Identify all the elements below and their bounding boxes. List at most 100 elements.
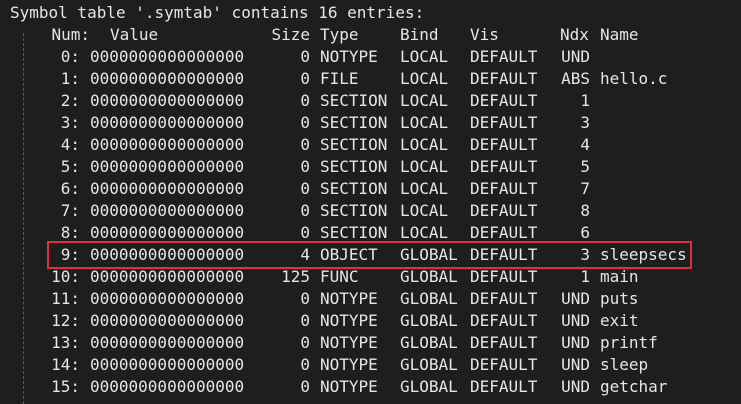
cell-ndx: UND bbox=[561, 355, 590, 374]
cell-value: 0000000000000000 bbox=[90, 355, 245, 374]
cell-ndx: 1 bbox=[580, 267, 590, 286]
cell-bind: GLOBAL bbox=[400, 289, 458, 308]
cell-size: 0 bbox=[300, 157, 310, 176]
cell-vis: DEFAULT bbox=[470, 179, 538, 198]
cell-ndx: 5 bbox=[580, 157, 590, 176]
cell-value: 0000000000000000 bbox=[90, 91, 245, 110]
cell-num: 14: bbox=[51, 355, 80, 374]
cell-vis: DEFAULT bbox=[470, 355, 538, 374]
cell-type: NOTYPE bbox=[320, 377, 378, 396]
col-vis: Vis bbox=[470, 25, 499, 44]
cell-type: NOTYPE bbox=[320, 333, 378, 352]
cell-vis: DEFAULT bbox=[470, 377, 538, 396]
highlight-box bbox=[47, 241, 692, 269]
cell-value: 0000000000000000 bbox=[90, 333, 245, 352]
cell-type: NOTYPE bbox=[320, 47, 378, 66]
cell-vis: DEFAULT bbox=[470, 289, 538, 308]
cell-value: 0000000000000000 bbox=[90, 267, 245, 286]
cell-bind: LOCAL bbox=[400, 69, 449, 88]
cell-bind: LOCAL bbox=[400, 157, 449, 176]
cell-ndx: UND bbox=[561, 289, 590, 308]
cell-vis: DEFAULT bbox=[470, 47, 538, 66]
cell-type: SECTION bbox=[320, 91, 388, 110]
cell-ndx: 4 bbox=[580, 135, 590, 154]
cell-num: 3: bbox=[60, 113, 80, 132]
cell-size: 0 bbox=[300, 333, 310, 352]
col-type: Type bbox=[320, 25, 359, 44]
cell-num: 0: bbox=[60, 47, 80, 66]
col-ndx: Ndx bbox=[560, 25, 589, 44]
cell-ndx: ABS bbox=[561, 69, 590, 88]
cell-size: 0 bbox=[300, 91, 310, 110]
col-bind: Bind bbox=[400, 25, 439, 44]
cell-size: 0 bbox=[300, 135, 310, 154]
cell-num: 15: bbox=[51, 377, 80, 396]
cell-bind: GLOBAL bbox=[400, 311, 458, 330]
cell-bind: LOCAL bbox=[400, 135, 449, 154]
cell-type: NOTYPE bbox=[320, 289, 378, 308]
symtab-header: Symbol table '.symtab' contains 16 entri… bbox=[10, 3, 425, 22]
cell-bind: LOCAL bbox=[400, 113, 449, 132]
col-size: Size bbox=[271, 25, 310, 44]
cell-value: 0000000000000000 bbox=[90, 69, 245, 88]
cell-vis: DEFAULT bbox=[470, 333, 538, 352]
cell-ndx: UND bbox=[561, 377, 590, 396]
cell-type: SECTION bbox=[320, 201, 388, 220]
cell-size: 0 bbox=[300, 179, 310, 198]
cell-size: 0 bbox=[300, 289, 310, 308]
cell-num: 4: bbox=[60, 135, 80, 154]
cell-value: 0000000000000000 bbox=[90, 47, 245, 66]
cell-size: 0 bbox=[300, 355, 310, 374]
cell-type: SECTION bbox=[320, 135, 388, 154]
cell-num: 7: bbox=[60, 201, 80, 220]
cell-size: 125 bbox=[281, 267, 310, 286]
cell-vis: DEFAULT bbox=[470, 157, 538, 176]
cell-ndx: 7 bbox=[580, 179, 590, 198]
cell-name: sleep bbox=[600, 355, 649, 374]
cell-vis: DEFAULT bbox=[470, 201, 538, 220]
cell-type: SECTION bbox=[320, 113, 388, 132]
cell-name: printf bbox=[600, 333, 658, 352]
cell-num: 2: bbox=[60, 91, 80, 110]
cell-bind: LOCAL bbox=[400, 179, 449, 198]
cell-type: SECTION bbox=[320, 179, 388, 198]
cell-size: 0 bbox=[300, 201, 310, 220]
cell-value: 0000000000000000 bbox=[90, 201, 245, 220]
cell-name: exit bbox=[600, 311, 639, 330]
cell-num: 5: bbox=[60, 157, 80, 176]
cell-bind: GLOBAL bbox=[400, 333, 458, 352]
col-name: Name bbox=[600, 25, 639, 44]
cell-vis: DEFAULT bbox=[470, 69, 538, 88]
cell-value: 0000000000000000 bbox=[90, 311, 245, 330]
cell-size: 0 bbox=[300, 113, 310, 132]
cell-type: FUNC bbox=[320, 267, 359, 286]
cell-bind: LOCAL bbox=[400, 47, 449, 66]
cell-ndx: 8 bbox=[580, 201, 590, 220]
cell-value: 0000000000000000 bbox=[90, 179, 245, 198]
cell-ndx: UND bbox=[561, 311, 590, 330]
cell-vis: DEFAULT bbox=[470, 311, 538, 330]
cell-value: 0000000000000000 bbox=[90, 113, 245, 132]
cell-bind: LOCAL bbox=[400, 91, 449, 110]
cell-size: 0 bbox=[300, 311, 310, 330]
cell-value: 0000000000000000 bbox=[90, 377, 245, 396]
cell-bind: GLOBAL bbox=[400, 267, 458, 286]
col-value: Value bbox=[110, 25, 159, 44]
cell-ndx: UND bbox=[561, 47, 590, 66]
cell-type: SECTION bbox=[320, 157, 388, 176]
cell-num: 11: bbox=[51, 289, 80, 308]
cell-num: 13: bbox=[51, 333, 80, 352]
cell-type: NOTYPE bbox=[320, 355, 378, 374]
cell-type: NOTYPE bbox=[320, 311, 378, 330]
cell-ndx: 3 bbox=[580, 113, 590, 132]
cell-type: FILE bbox=[320, 69, 359, 88]
cell-vis: DEFAULT bbox=[470, 113, 538, 132]
cell-value: 0000000000000000 bbox=[90, 157, 245, 176]
cell-num: 12: bbox=[51, 311, 80, 330]
cell-vis: DEFAULT bbox=[470, 267, 538, 286]
cell-name: getchar bbox=[600, 377, 668, 396]
cell-num: 1: bbox=[60, 69, 80, 88]
cell-vis: DEFAULT bbox=[470, 135, 538, 154]
cell-bind: GLOBAL bbox=[400, 355, 458, 374]
cell-size: 0 bbox=[300, 47, 310, 66]
